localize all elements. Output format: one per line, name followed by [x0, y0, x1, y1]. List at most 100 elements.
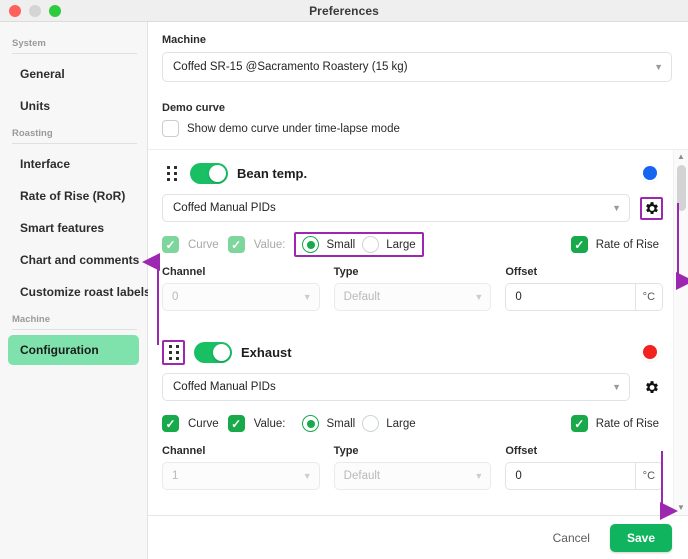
size-radio-small-label-exhaust: Small	[326, 417, 356, 430]
sidebar-divider	[12, 53, 137, 54]
drag-dots-icon	[166, 165, 177, 181]
sidebar-item-rate-of-rise[interactable]: Rate of Rise (RoR)	[8, 181, 139, 211]
rate-of-rise-label-exhaust: Rate of Rise	[595, 417, 659, 430]
main-panel: Machine Coffed SR-15 @Sacramento Roaster…	[148, 22, 688, 559]
type-value-bean-temp: Default	[343, 291, 381, 303]
gear-icon	[646, 201, 658, 214]
rate-of-rise-row-exhaust: ✓ Rate of Rise	[570, 415, 663, 432]
scrollbar-thumb[interactable]	[676, 165, 686, 211]
offset-label-exhaust: Offset	[505, 445, 538, 457]
options-row-exhaust: ✓ Curve ✓ Value: Small Large ✓ Rate of R…	[162, 411, 663, 436]
size-radio-small-exhaust[interactable]	[302, 415, 320, 432]
chevron-down-icon: ▼	[654, 61, 663, 72]
curve-color-swatch-exhaust[interactable]	[643, 345, 657, 359]
machine-section: Machine Coffed SR-15 @Sacramento Roaster…	[148, 22, 688, 137]
curve-checkbox-bean-temp[interactable]: ✓	[162, 236, 179, 253]
gear-button-bean-temp[interactable]	[640, 196, 663, 220]
size-radio-small-bean-temp[interactable]	[302, 236, 320, 253]
type-select-exhaust[interactable]: Default ▼	[333, 462, 492, 490]
pid-select-bean-temp[interactable]: Coffed Manual PIDs ▼	[162, 194, 630, 222]
offset-label-bean-temp: Offset	[505, 266, 538, 278]
dialog-footer: Cancel Save	[148, 515, 688, 559]
curve-label-exhaust: Curve	[188, 417, 219, 430]
sidebar-divider	[12, 329, 137, 330]
machine-label: Machine	[162, 34, 207, 46]
save-button[interactable]: Save	[609, 523, 672, 552]
size-radio-large-label-exhaust: Large	[386, 417, 416, 430]
drag-handle-exhaust[interactable]	[162, 339, 185, 365]
demo-curve-label: Demo curve	[162, 102, 225, 114]
demo-curve-row[interactable]: Show demo curve under time-lapse mode	[162, 120, 672, 137]
gear-button-exhaust[interactable]	[640, 376, 663, 399]
size-radio-large-label-bean-temp: Large	[386, 238, 416, 251]
channel-value-exhaust: 1	[172, 470, 179, 482]
scrollbar-track[interactable]	[676, 165, 686, 500]
drag-dots-icon	[168, 344, 179, 360]
device-card-bean-temp: Bean temp. Coffed Manual PIDs ▼ ✓ Curve …	[162, 160, 664, 323]
size-radio-large-bean-temp[interactable]	[362, 236, 380, 253]
sidebar-item-configuration[interactable]: Configuration	[8, 335, 139, 365]
size-radio-group-exhaust: Small Large	[294, 411, 423, 436]
pid-select-value-exhaust: Coffed Manual PIDs	[173, 381, 276, 393]
pid-select-exhaust[interactable]: Coffed Manual PIDs ▼	[162, 373, 630, 401]
demo-curve-checkbox[interactable]	[162, 120, 179, 137]
sidebar-item-units[interactable]: Units	[8, 91, 139, 121]
device-enable-toggle-exhaust[interactable]	[194, 341, 232, 363]
rate-of-rise-label-bean-temp: Rate of Rise	[595, 238, 659, 251]
device-list-scroll-area: Bean temp. Coffed Manual PIDs ▼ ✓ Curve …	[148, 149, 688, 515]
device-card-header: Exhaust	[162, 339, 663, 365]
device-cards: Bean temp. Coffed Manual PIDs ▼ ✓ Curve …	[148, 150, 673, 515]
offset-input-bean-temp[interactable]: 0 °C	[505, 283, 664, 311]
chevron-down-icon: ▼	[302, 471, 312, 481]
chevron-down-icon: ▼	[302, 292, 312, 302]
device-title-exhaust: Exhaust	[241, 344, 292, 360]
curve-color-swatch-bean-temp[interactable]	[643, 166, 657, 180]
offset-value-exhaust: 0	[515, 470, 522, 482]
value-label-bean-temp: Value:	[253, 238, 286, 251]
rate-of-rise-row-bean-temp: ✓ Rate of Rise	[570, 236, 663, 253]
channel-value-bean-temp: 0	[172, 291, 179, 303]
type-field-bean-temp: Type Default ▼	[333, 266, 492, 311]
value-checkbox-exhaust[interactable]: ✓	[227, 415, 245, 432]
sidebar-item-chart-and-comments[interactable]: Chart and comments	[8, 245, 139, 275]
device-card-header: Bean temp.	[162, 160, 663, 186]
cancel-button[interactable]: Cancel	[547, 525, 596, 551]
type-label-exhaust: Type	[333, 445, 359, 457]
type-select-bean-temp[interactable]: Default ▼	[333, 283, 492, 311]
window-title: Preferences	[309, 3, 379, 18]
size-radio-group-bean-temp: Small Large	[294, 232, 424, 257]
sidebar-divider	[12, 143, 137, 144]
type-field-exhaust: Type Default ▼	[333, 445, 492, 490]
title-bar: Preferences	[0, 0, 688, 22]
rate-of-rise-checkbox-bean-temp[interactable]: ✓	[570, 236, 588, 253]
channel-field-exhaust: Channel 1 ▼	[162, 445, 320, 490]
channel-select-exhaust[interactable]: 1 ▼	[162, 462, 320, 490]
size-radio-large-exhaust[interactable]	[362, 415, 380, 432]
gear-icon	[646, 380, 658, 393]
sidebar-item-smart-features[interactable]: Smart features	[8, 213, 139, 243]
sidebar-item-interface[interactable]: Interface	[8, 149, 139, 179]
fields-row-bean-temp: Channel 0 ▼ Type Default ▼ Offset 0 °C	[162, 266, 664, 311]
machine-select-value: Coffed SR-15 @Sacramento Roastery (15 kg…	[173, 61, 408, 73]
offset-field-bean-temp: Offset 0 °C	[505, 266, 664, 311]
machine-select[interactable]: Coffed SR-15 @Sacramento Roastery (15 kg…	[162, 52, 672, 82]
device-enable-toggle-bean-temp[interactable]	[190, 162, 228, 184]
drag-handle-bean-temp[interactable]	[162, 163, 181, 184]
sidebar-item-general[interactable]: General	[8, 59, 139, 89]
value-checkbox-bean-temp[interactable]: ✓	[227, 236, 245, 253]
curve-checkbox-exhaust[interactable]: ✓	[162, 415, 179, 432]
pid-select-value-bean-temp: Coffed Manual PIDs	[173, 202, 276, 214]
scroll-up-arrow-icon[interactable]: ▲	[677, 152, 685, 162]
sidebar-item-customize-roast-labels[interactable]: Customize roast labels	[8, 277, 151, 307]
window-body: System General Units Roasting Interface …	[0, 22, 688, 559]
type-label-bean-temp: Type	[333, 266, 359, 278]
vertical-scrollbar[interactable]: ▲ ▼	[673, 150, 688, 515]
channel-select-bean-temp[interactable]: 0 ▼	[162, 283, 320, 311]
rate-of-rise-checkbox-exhaust[interactable]: ✓	[570, 415, 588, 432]
offset-input-exhaust[interactable]: 0 °C	[505, 462, 664, 490]
pid-row-bean-temp: Coffed Manual PIDs ▼	[162, 194, 663, 222]
scroll-down-arrow-icon[interactable]: ▼	[677, 503, 685, 513]
channel-label-exhaust: Channel	[162, 445, 206, 457]
sidebar-group-system: System	[12, 38, 46, 49]
chevron-down-icon: ▼	[474, 292, 484, 302]
